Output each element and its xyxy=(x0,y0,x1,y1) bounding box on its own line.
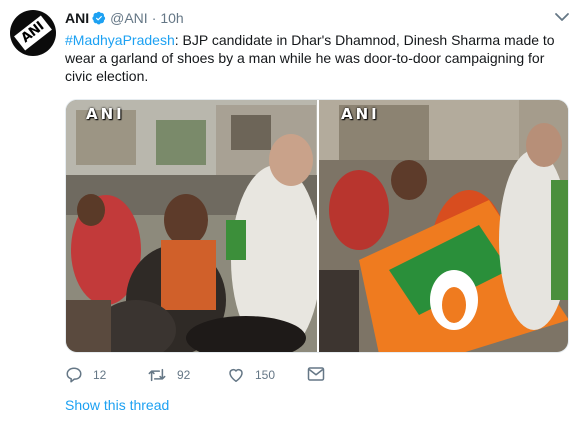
chevron-down-icon[interactable] xyxy=(554,10,570,24)
ani-watermark: ANI xyxy=(341,105,380,123)
reply-button[interactable]: 12 xyxy=(65,366,106,384)
retweet-button[interactable]: 92 xyxy=(147,366,190,384)
ani-logo: ANI xyxy=(14,15,52,51)
tweet[interactable]: ANI ANI @ANI · 10h #MadhyaPradesh: BJP c… xyxy=(0,0,580,423)
retweet-icon xyxy=(148,368,166,382)
crowd-scene-photo xyxy=(66,100,317,352)
hashtag-link[interactable]: #MadhyaPradesh xyxy=(65,32,175,48)
reply-icon xyxy=(66,367,82,383)
tweet-header: ANI @ANI · 10h xyxy=(65,8,184,28)
verified-badge-icon xyxy=(92,11,106,25)
reply-count: 12 xyxy=(93,368,107,382)
bjp-flag-scene-photo xyxy=(319,100,568,352)
separator-dot: · xyxy=(151,10,157,26)
tweet-timestamp[interactable]: 10h xyxy=(160,10,183,26)
direct-message-button[interactable] xyxy=(307,366,325,382)
tweet-actions: 12 92 150 xyxy=(65,366,335,386)
author-handle[interactable]: @ANI xyxy=(110,10,148,26)
heart-icon xyxy=(229,368,243,382)
show-thread-link[interactable]: Show this thread xyxy=(65,397,169,413)
retweet-count: 92 xyxy=(177,368,191,382)
avatar[interactable]: ANI xyxy=(10,10,56,56)
like-count: 150 xyxy=(255,367,276,382)
ani-watermark: ANI xyxy=(86,105,125,123)
author-name[interactable]: ANI xyxy=(65,10,89,26)
envelope-icon xyxy=(307,367,325,381)
tweet-media[interactable]: ANI ANI xyxy=(65,99,569,353)
photo-right[interactable]: ANI xyxy=(319,100,568,352)
photo-left[interactable]: ANI xyxy=(66,100,317,352)
like-button[interactable]: 150 xyxy=(227,366,275,383)
tweet-text: #MadhyaPradesh: BJP candidate in Dhar's … xyxy=(65,31,565,85)
